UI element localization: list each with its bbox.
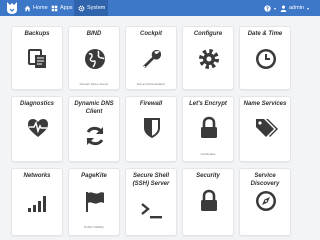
globe-icon bbox=[83, 47, 107, 71]
app-card-firewall[interactable]: Firewall bbox=[125, 96, 177, 162]
home-icon bbox=[24, 5, 31, 12]
app-card-diagnostics[interactable]: Diagnostics bbox=[11, 96, 63, 162]
app-card-bind[interactable]: BIND Domain Name Server bbox=[68, 26, 120, 90]
card-desc: Certificates bbox=[200, 152, 216, 156]
card-title: BIND bbox=[86, 31, 102, 37]
card-title: PageKite bbox=[81, 173, 107, 179]
flag-icon bbox=[83, 190, 107, 214]
nav-system-label: System bbox=[87, 5, 106, 11]
app-card-dynamic-dns[interactable]: Dynamic DNS Client bbox=[68, 96, 120, 162]
compass-icon bbox=[254, 189, 278, 213]
help-icon: ? bbox=[264, 4, 271, 12]
top-navbar: Home Apps System ? ▾ admin ▾ bbox=[0, 0, 320, 16]
heartbeat-icon bbox=[26, 116, 50, 140]
card-title: Let's Encrypt bbox=[189, 101, 227, 107]
svg-text:?: ? bbox=[266, 6, 269, 12]
card-desc: Domain Name Server bbox=[79, 82, 109, 86]
terminal-icon bbox=[140, 199, 164, 223]
app-card-cockpit[interactable]: Cockpit Server Administration bbox=[125, 26, 177, 90]
grid-icon bbox=[51, 5, 58, 12]
app-card-service-discovery[interactable]: Service Discovery bbox=[239, 168, 291, 236]
app-card-name-services[interactable]: Name Services bbox=[239, 96, 291, 162]
card-title: Security bbox=[196, 173, 220, 179]
user-menu[interactable]: admin ▾ bbox=[280, 3, 309, 13]
app-card-date-time[interactable]: Date & Time bbox=[239, 26, 291, 90]
card-title: Service Discovery bbox=[250, 173, 280, 187]
tags-icon bbox=[254, 116, 278, 140]
lock-icon bbox=[197, 189, 221, 213]
clock-icon bbox=[254, 47, 278, 71]
nav-system[interactable]: System bbox=[78, 3, 105, 13]
card-title: Diagnostics bbox=[19, 101, 54, 107]
gear-icon bbox=[197, 47, 221, 71]
user-icon bbox=[280, 5, 287, 12]
shield-icon bbox=[140, 116, 164, 140]
freedombox-logo[interactable] bbox=[4, 1, 20, 15]
user-menu-label: admin bbox=[289, 5, 304, 11]
card-title: Configure bbox=[193, 31, 223, 37]
card-desc: Public Visibility bbox=[84, 225, 104, 229]
card-title: Secure Shell (SSH) Server bbox=[132, 173, 170, 187]
app-card-backups[interactable]: Backups bbox=[11, 26, 63, 90]
lock-icon bbox=[197, 116, 221, 140]
card-title: Networks bbox=[23, 173, 51, 179]
help-menu[interactable]: ? ▾ bbox=[264, 3, 276, 13]
nav-home[interactable]: Home bbox=[24, 3, 48, 13]
app-card-security[interactable]: Security bbox=[182, 168, 234, 236]
card-title: Dynamic DNS Client bbox=[74, 101, 114, 115]
card-title: Firewall bbox=[139, 101, 163, 107]
user-caret: ▾ bbox=[306, 5, 309, 11]
app-card-configure[interactable]: Configure bbox=[182, 26, 234, 90]
card-title: Name Services bbox=[243, 101, 287, 107]
card-title: Cockpit bbox=[139, 31, 162, 37]
nav-apps-label: Apps bbox=[60, 5, 73, 11]
app-card-networks[interactable]: Networks bbox=[11, 168, 63, 236]
wrench-icon bbox=[140, 47, 164, 71]
gear-icon bbox=[78, 5, 85, 12]
app-card-pagekite[interactable]: PageKite Public Visibility bbox=[68, 168, 120, 236]
app-card-ssh[interactable]: Secure Shell (SSH) Server bbox=[125, 168, 177, 236]
app-card-lets-encrypt[interactable]: Let's Encrypt Certificates bbox=[182, 96, 234, 162]
nav-home-label: Home bbox=[33, 5, 48, 11]
copy-icon bbox=[26, 47, 50, 71]
help-caret: ▾ bbox=[274, 5, 277, 11]
signal-icon bbox=[26, 190, 50, 214]
card-title: Date & Time bbox=[247, 31, 283, 37]
card-title: Backups bbox=[24, 31, 50, 37]
card-desc: Server Administration bbox=[136, 82, 166, 86]
refresh-icon bbox=[83, 124, 107, 148]
nav-apps[interactable]: Apps bbox=[51, 3, 73, 13]
